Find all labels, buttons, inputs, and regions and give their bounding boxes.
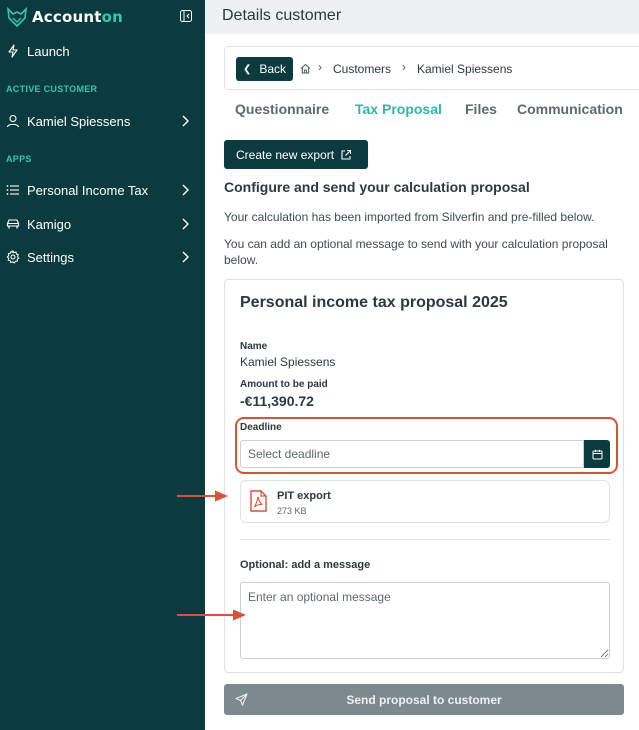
home-icon[interactable] [300,63,311,74]
pdf-icon [250,490,267,512]
back-button-label: Back [259,62,287,76]
section-title: Configure and send your calculation prop… [224,179,530,195]
tab-files[interactable]: Files [465,101,497,117]
tab-tax-proposal[interactable]: Tax Proposal [355,101,442,117]
sidebar-item-label: Kamigo [27,216,72,232]
brand-name: Accounton [32,8,124,26]
page-header: Details customer [205,0,639,34]
send-proposal-button[interactable]: Send proposal to customer [224,684,624,715]
bolt-icon [8,44,18,58]
car-icon [6,219,20,229]
send-icon [235,693,248,706]
sidebar-item-launch[interactable]: Launch [0,38,205,64]
deadline-label: Deadline [240,422,282,433]
collapse-sidebar-icon[interactable] [180,10,192,22]
annotation-arrow-icon [177,490,228,502]
card-title: Personal income tax proposal 2025 [240,294,508,311]
file-name: PIT export [277,490,331,502]
name-label: Name [240,341,268,352]
breadcrumb: ❮ Back › Customers › Kamiel Spiessens [224,46,639,90]
send-proposal-label: Send proposal to customer [346,692,502,707]
user-icon [6,114,20,128]
amount-label: Amount to be paid [240,379,328,390]
create-export-label: Create new export [236,147,335,162]
active-customer-heading: ACTIVE CUSTOMER [6,84,98,94]
external-link-icon [341,149,352,160]
apps-heading: APPS [6,154,32,164]
sidebar-item-kamigo[interactable]: Kamigo [0,211,205,237]
file-size: 273 KB [277,506,307,516]
brand[interactable]: Accounton [6,6,123,28]
tab-questionnaire[interactable]: Questionnaire [235,101,329,117]
breadcrumb-customer-name[interactable]: Kamiel Spiessens [417,62,512,76]
create-export-button[interactable]: Create new export [224,140,368,169]
chevron-right-icon [182,184,189,196]
sidebar-item-label: Personal Income Tax [27,182,149,198]
description-message: You can add an optional message to send … [224,237,608,267]
main-panel: ❮ Back › Customers › Kamiel Spiessens Qu… [205,34,639,730]
calendar-button[interactable] [584,440,610,468]
sidebar: Accounton Launch ACTIVE CUSTOMER Kamiel … [0,0,205,730]
breadcrumb-customers[interactable]: Customers [333,62,391,76]
annotation-arrow-icon [177,609,246,621]
sidebar-item-customer[interactable]: Kamiel Spiessens [0,108,205,134]
tab-communication[interactable]: Communication [517,101,623,117]
gear-icon [6,250,20,264]
back-button[interactable]: ❮ Back [236,57,293,81]
list-icon [6,185,19,195]
file-attachment[interactable]: PIT export 273 KB [240,480,610,523]
sidebar-item-settings[interactable]: Settings [0,244,205,270]
name-value: Kamiel Spiessens [240,355,336,369]
fox-logo-icon [6,6,28,28]
chevron-right-icon: › [402,60,406,74]
sidebar-item-label: Settings [27,249,74,265]
chevron-right-icon [182,251,189,263]
sidebar-item-label: Kamiel Spiessens [27,113,131,129]
message-label: Optional: add a message [240,559,371,571]
chevron-right-icon: › [318,60,322,74]
message-textarea[interactable] [240,582,610,659]
chevron-right-icon [182,115,189,127]
sidebar-item-label: Launch [27,43,70,59]
page-title: Details customer [222,7,342,24]
chevron-left-icon: ❮ [242,63,252,75]
proposal-card: Personal income tax proposal 2025 Name K… [224,279,624,673]
deadline-input[interactable] [240,440,584,468]
description-import: Your calculation has been imported from … [224,210,595,224]
sidebar-item-personal-income-tax[interactable]: Personal Income Tax [0,177,205,203]
chevron-right-icon [182,218,189,230]
amount-value: -€11,390.72 [240,393,314,409]
divider [240,539,610,540]
calendar-icon [592,449,602,459]
